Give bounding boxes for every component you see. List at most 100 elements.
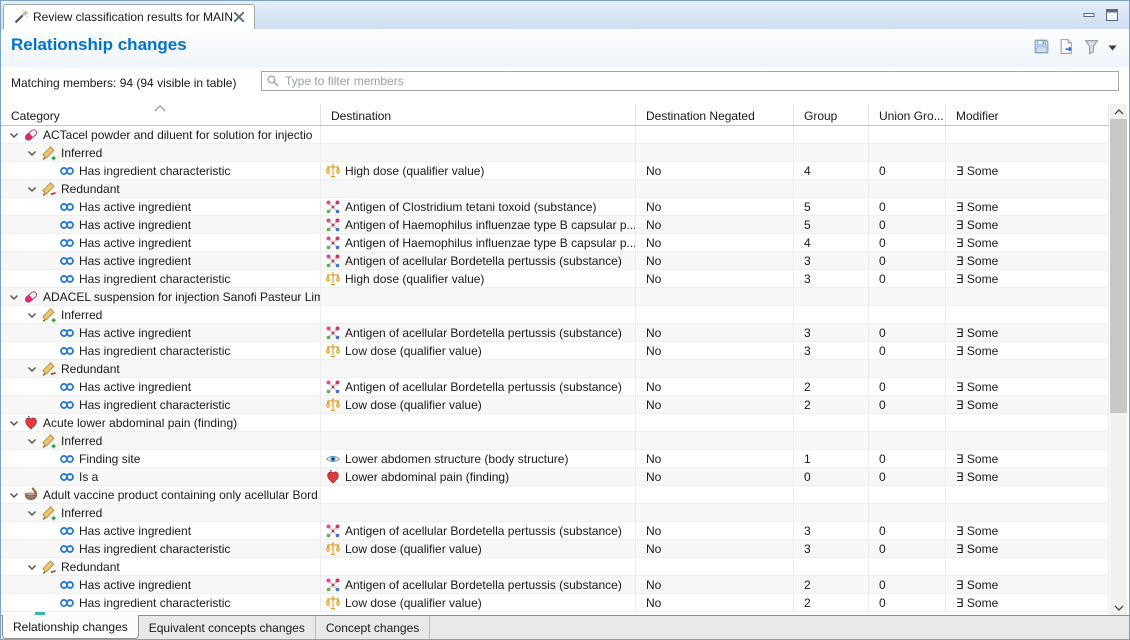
table-row[interactable]: Has ingredient characteristicLow dose (q… xyxy=(1,594,1109,612)
table-row[interactable]: Has active ingredientAntigen of acellula… xyxy=(1,378,1109,396)
table-row[interactable]: Finding siteLower abdomen structure (bod… xyxy=(1,450,1109,468)
column-header-group[interactable]: Group xyxy=(794,104,869,125)
category-cell: Inferred xyxy=(1,432,321,449)
destination-label: Antigen of acellular Bordetella pertussi… xyxy=(345,524,622,538)
destination-negated-cell: No xyxy=(636,576,794,593)
modifier-cell xyxy=(946,414,1109,431)
filter-members-box[interactable] xyxy=(261,71,1119,91)
export-button[interactable] xyxy=(1058,38,1075,55)
table-row[interactable]: Inferred xyxy=(1,306,1109,324)
destination-negated-cell xyxy=(636,486,794,503)
filter-button[interactable] xyxy=(1083,38,1100,55)
table-row[interactable]: Redundant xyxy=(1,558,1109,576)
group-cell xyxy=(794,180,869,197)
expander-chevron-icon[interactable] xyxy=(25,362,39,376)
table-row[interactable]: Has active ingredientAntigen of acellula… xyxy=(1,522,1109,540)
expander-chevron-icon[interactable] xyxy=(7,488,21,502)
destination-negated-cell: No xyxy=(636,270,794,287)
group-cell xyxy=(794,486,869,503)
category-cell: Has active ingredient xyxy=(1,378,321,395)
union-group-cell xyxy=(869,558,946,575)
column-header-modifier[interactable]: Modifier xyxy=(946,104,1109,125)
table-row[interactable]: ACTacel powder and diluent for solution … xyxy=(1,126,1109,144)
table-row[interactable]: Inferred xyxy=(1,504,1109,522)
destination-cell xyxy=(321,432,636,449)
maximize-button[interactable] xyxy=(1105,8,1119,22)
modifier-cell: ∃ Some xyxy=(946,324,1109,341)
table-row[interactable]: Has ingredient characteristicLow dose (q… xyxy=(1,540,1109,558)
destination-cell xyxy=(321,360,636,377)
sort-indicator-icon xyxy=(153,104,167,112)
table-row[interactable]: Has ingredient characteristicLow dose (q… xyxy=(1,342,1109,360)
expander-chevron-icon[interactable] xyxy=(25,434,39,448)
minimize-button[interactable] xyxy=(1082,8,1096,22)
expander-chevron-icon[interactable] xyxy=(25,146,39,160)
table-row[interactable]: Has ingredient characteristicHigh dose (… xyxy=(1,270,1109,288)
destination-negated-cell xyxy=(636,414,794,431)
modifier-cell xyxy=(946,504,1109,521)
expander-chevron-icon[interactable] xyxy=(7,128,21,142)
table-row[interactable]: Has active ingredientAntigen of Clostrid… xyxy=(1,198,1109,216)
modifier-cell xyxy=(946,360,1109,377)
scroll-up-button[interactable] xyxy=(1110,104,1127,119)
column-header-destination-negated[interactable]: Destination Negated xyxy=(636,104,794,125)
column-header-union-gro[interactable]: Union Gro... xyxy=(869,104,946,125)
bottom-tab-relationship-changes[interactable]: Relationship changes xyxy=(2,615,139,639)
union-group-cell: 0 xyxy=(869,198,946,215)
relationship-icon xyxy=(59,379,75,395)
eye-icon xyxy=(325,451,341,467)
union-group-cell: 0 xyxy=(869,396,946,413)
table-row[interactable]: Has active ingredientAntigen of acellula… xyxy=(1,324,1109,342)
filter-menu-dropdown-icon[interactable] xyxy=(1108,45,1117,51)
table-row[interactable]: Has active ingredientAntigen of acellula… xyxy=(1,576,1109,594)
table-row[interactable]: Acute lower abdominal pain (finding) xyxy=(1,414,1109,432)
bottom-tab-equivalent-concepts-changes[interactable]: Equivalent concepts changes xyxy=(139,616,316,639)
destination-negated-cell: No xyxy=(636,342,794,359)
filter-members-input[interactable] xyxy=(283,73,1114,89)
column-header-destination[interactable]: Destination xyxy=(321,104,636,125)
category-label: Inferred xyxy=(61,146,102,160)
destination-negated-cell: No xyxy=(636,198,794,215)
table-row[interactable]: Redundant xyxy=(1,180,1109,198)
category-label: Has ingredient characteristic xyxy=(79,596,230,610)
table-row[interactable]: Redundant xyxy=(1,360,1109,378)
table-row[interactable]: Has ingredient characteristicHigh dose (… xyxy=(1,162,1109,180)
group-cell: 3 xyxy=(794,324,869,341)
expander-chevron-icon[interactable] xyxy=(7,290,21,304)
table-row[interactable]: ADACEL suspension for injection Sanofi P… xyxy=(1,288,1109,306)
scrollbar-thumb[interactable] xyxy=(1110,119,1127,413)
table-row[interactable]: Inferred xyxy=(1,432,1109,450)
destination-label: High dose (qualifier value) xyxy=(345,272,484,286)
tab-review-classification-results[interactable]: Review classification results for MAIN xyxy=(3,4,255,29)
table-row[interactable]: Adult vaccine product containing only ac… xyxy=(1,486,1109,504)
vertical-scrollbar[interactable] xyxy=(1110,104,1127,615)
scales-icon xyxy=(325,163,341,179)
destination-negated-cell: No xyxy=(636,396,794,413)
bottom-tab-concept-changes[interactable]: Concept changes xyxy=(316,616,430,639)
expander-chevron-icon[interactable] xyxy=(25,560,39,574)
expander-chevron-icon[interactable] xyxy=(7,416,21,430)
table-row[interactable]: Is aLower abdominal pain (finding)No00∃ … xyxy=(1,468,1109,486)
table-header-row: CategoryDestinationDestination NegatedGr… xyxy=(1,104,1109,126)
union-group-cell xyxy=(869,486,946,503)
table-row[interactable]: Has active ingredientAntigen of Haemophi… xyxy=(1,234,1109,252)
destination-cell xyxy=(321,180,636,197)
group-cell xyxy=(794,558,869,575)
union-group-cell: 0 xyxy=(869,522,946,539)
relationship-icon xyxy=(59,343,75,359)
scroll-down-button[interactable] xyxy=(1110,600,1127,615)
category-label: Inferred xyxy=(61,308,102,322)
save-button[interactable] xyxy=(1033,38,1050,55)
table-row[interactable]: Has active ingredientAntigen of acellula… xyxy=(1,252,1109,270)
expander-chevron-icon[interactable] xyxy=(25,308,39,322)
tab-title: Review classification results for MAIN xyxy=(33,10,233,24)
union-group-cell: 0 xyxy=(869,234,946,251)
expander-chevron-icon[interactable] xyxy=(25,506,39,520)
destination-cell xyxy=(321,144,636,161)
table-row[interactable]: Inferred xyxy=(1,144,1109,162)
close-icon[interactable] xyxy=(233,11,245,23)
table-row[interactable]: Has active ingredientAntigen of Haemophi… xyxy=(1,216,1109,234)
expander-chevron-icon[interactable] xyxy=(25,182,39,196)
modifier-cell: ∃ Some xyxy=(946,396,1109,413)
table-row[interactable]: Has ingredient characteristicLow dose (q… xyxy=(1,396,1109,414)
